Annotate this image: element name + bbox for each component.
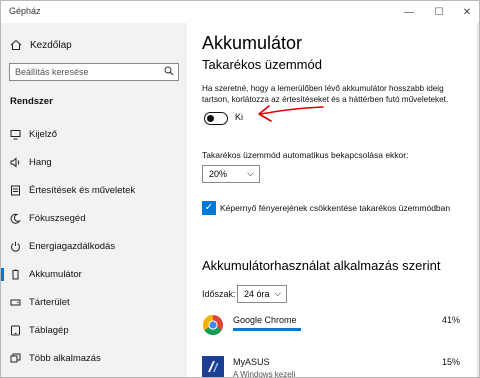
sidebar-item-label: Kijelző: [29, 128, 57, 140]
settings-window: Gépház — ☐ ✕ Kezdőlap Beállítás keresése…: [0, 0, 480, 378]
toggle-knob: [207, 115, 214, 122]
sidebar-item-battery[interactable]: Akkumulátor: [1, 263, 187, 285]
display-icon: [10, 129, 21, 139]
sidebar-item-sound[interactable]: Hang: [1, 151, 187, 173]
sidebar-item-tablet[interactable]: Táblagép: [1, 319, 187, 341]
sidebar-item-label: Fókuszsegéd: [29, 212, 86, 224]
auto-saver-threshold-value: 20%: [209, 169, 228, 179]
search-placeholder: Beállítás keresése: [15, 67, 89, 77]
lower-brightness-label: Képernyő fényerejének csökkentése takaré…: [220, 203, 451, 213]
scrollbar[interactable]: [477, 23, 479, 377]
sidebar-item-display[interactable]: Kijelző: [1, 123, 187, 145]
app-name: MyASUS: [233, 357, 270, 367]
search-input[interactable]: Beállítás keresése: [9, 63, 179, 81]
search-icon: [164, 66, 174, 76]
sidebar: Kezdőlap Beállítás keresése Rendszer Kij…: [1, 23, 187, 377]
selection-indicator: [1, 268, 4, 281]
app-usage-row[interactable]: MyASUS 15% A Windows kezeli: [202, 356, 460, 378]
multitask-icon: [10, 353, 21, 362]
time-period-select[interactable]: 24 óra ⌵: [237, 285, 287, 303]
auto-saver-label: Takarékos üzemmód automatikus bekapcsolá…: [202, 150, 409, 160]
battery-saver-heading: Takarékos üzemmód: [202, 57, 322, 72]
speaker-icon: [10, 156, 20, 168]
toggle-state-label: Ki: [235, 112, 244, 122]
storage-icon: [10, 299, 21, 305]
sidebar-item-notifications[interactable]: Értesítések és műveletek: [1, 179, 187, 201]
minimize-button[interactable]: —: [395, 3, 423, 21]
red-arrow-annotation: [258, 105, 324, 122]
section-heading: Rendszer: [10, 96, 53, 107]
chrome-icon: [203, 315, 223, 335]
main-content: Akkumulátor Takarékos üzemmód Ha szeretn…: [187, 23, 479, 377]
sidebar-item-storage[interactable]: Tárterület: [1, 291, 187, 313]
sidebar-item-power[interactable]: Energiagazdálkodás: [1, 235, 187, 257]
sidebar-item-focus[interactable]: Fókuszsegéd: [1, 207, 187, 229]
app-name: Google Chrome: [233, 315, 297, 325]
sidebar-item-label: Értesítések és műveletek: [29, 184, 136, 196]
battery-saver-toggle[interactable]: [204, 112, 228, 125]
close-button[interactable]: ✕: [453, 3, 479, 21]
auto-saver-threshold-select[interactable]: 20% ⌵: [202, 165, 260, 183]
page-title: Akkumulátor: [202, 33, 303, 53]
sidebar-item-multitasking[interactable]: Több alkalmazás: [1, 347, 187, 369]
app-usage-bar: [233, 328, 301, 331]
title-bar: Gépház — ☐ ✕: [1, 1, 479, 23]
time-period-label: Időszak:: [202, 289, 236, 299]
battery-icon: [12, 269, 19, 279]
home-icon: [10, 39, 22, 50]
battery-saver-description: Ha szeretné, hogy a lemerülőben lévő akk…: [202, 84, 449, 104]
app-subtitle: A Windows kezeli: [233, 370, 296, 378]
chevron-down-icon: ⌵: [247, 168, 254, 178]
checkmark-icon: ✓: [204, 202, 214, 213]
home-label: Kezdőlap: [30, 39, 72, 51]
sidebar-item-label: Hang: [29, 156, 52, 168]
window-title: Gépház: [9, 6, 41, 16]
maximize-button[interactable]: ☐: [425, 3, 453, 21]
sidebar-item-label: Tárterület: [29, 296, 70, 308]
app-usage-percent: 41%: [441, 315, 460, 325]
sidebar-item-label: Táblagép: [29, 324, 69, 336]
moon-icon: [10, 213, 21, 224]
time-period-value: 24 óra: [244, 289, 270, 299]
lower-brightness-checkbox[interactable]: ✓: [202, 201, 216, 215]
myasus-icon: [202, 356, 224, 377]
sidebar-item-label: Több alkalmazás: [29, 352, 101, 364]
tablet-icon: [11, 325, 20, 335]
app-usage-row[interactable]: Google Chrome 41%: [202, 314, 460, 344]
chevron-down-icon: ⌵: [274, 288, 281, 298]
power-icon: [11, 241, 20, 252]
usage-by-app-heading: Akkumulátorhasználat alkalmazás szerint: [202, 258, 441, 273]
app-usage-percent: 15%: [441, 357, 460, 367]
sidebar-item-label: Akkumulátor: [29, 268, 82, 280]
home-link[interactable]: Kezdőlap: [10, 39, 72, 51]
sidebar-item-label: Energiagazdálkodás: [29, 240, 116, 252]
notification-icon: [11, 185, 20, 195]
